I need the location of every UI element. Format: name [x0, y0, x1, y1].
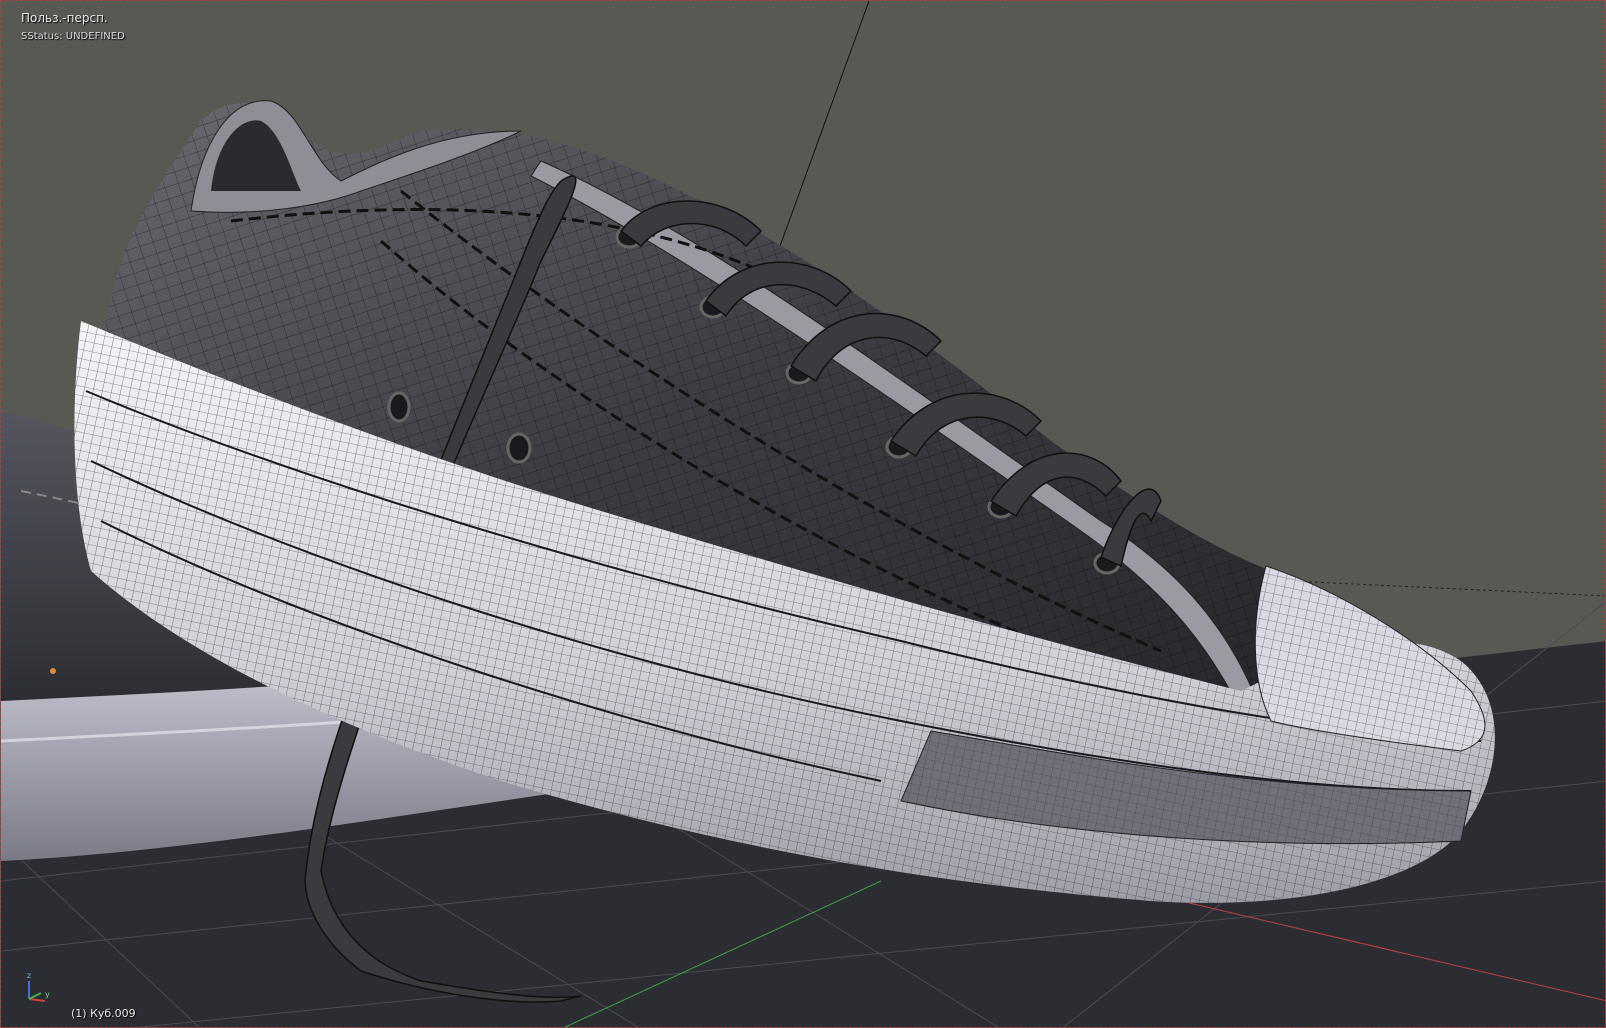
gizmo-y-label: y [45, 990, 50, 999]
3d-viewport[interactable]: Польз.-персп. SStatus: UNDEFINED z y (1)… [0, 0, 1606, 1028]
eyelet [506, 432, 532, 464]
active-object-label: (1) Куб.009 [71, 1007, 136, 1020]
eyelet [387, 391, 411, 423]
camera-guide-line [770, 1, 870, 272]
gizmo-x-axis [28, 998, 46, 1002]
scene-canvas[interactable] [1, 1, 1606, 1028]
gizmo-y-axis [28, 992, 42, 1000]
gizmo-z-label: z [27, 971, 31, 980]
origin-dot [50, 668, 56, 674]
axis-gizmo: z y [27, 971, 50, 1002]
dotted-guide-line [1290, 580, 1605, 597]
view-name-label: Польз.-персп. [21, 11, 108, 25]
status-label: SStatus: UNDEFINED [21, 31, 125, 42]
